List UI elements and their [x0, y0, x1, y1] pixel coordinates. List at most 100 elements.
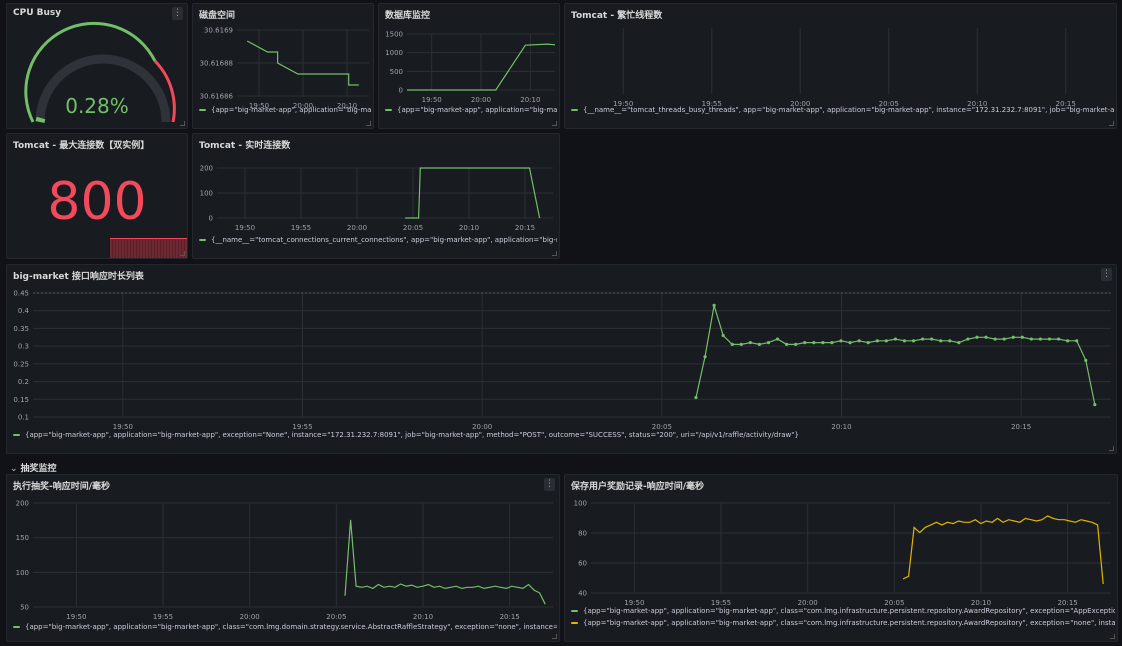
x-tick-label: 20:10	[831, 423, 851, 431]
y-tick-label: 200	[200, 165, 213, 173]
y-tick-label: 0.3	[18, 343, 29, 351]
data-point	[1002, 337, 1006, 341]
resize-handle[interactable]	[1109, 446, 1114, 451]
legend-swatch	[571, 610, 578, 612]
panel-db[interactable]: 数据库监控 19:50 20:00 20:10 1500 1000 500 0 {app="…	[378, 3, 560, 129]
series-line	[344, 519, 546, 605]
legend-label: {app="big-market-app", application="big-…	[25, 431, 799, 439]
panel-tomcat-max-connections[interactable]: Tomcat - 最大连接数【双实例】 800	[6, 133, 188, 259]
data-point	[875, 339, 879, 343]
panel-tomcat-current-connections[interactable]: Tomcat - 实时连接数 19:50 19:55 20:00 20:05 20:10…	[192, 133, 560, 259]
data-point	[703, 355, 707, 359]
panel-exec-raffle[interactable]: 执行抽奖-响应时间/毫秒 ⋮ 19:50 19:55 20:00 20:05 20:10…	[6, 474, 560, 642]
panel-menu-button[interactable]: ⋮	[1101, 268, 1112, 281]
resize-handle[interactable]	[552, 121, 557, 126]
x-tick-label: 20:15	[515, 224, 535, 232]
legend-swatch	[13, 626, 20, 628]
legend-item[interactable]: {app="big-market-app", application="big-…	[13, 623, 557, 631]
data-point	[1038, 337, 1043, 341]
data-point	[803, 341, 807, 345]
data-point	[857, 339, 861, 343]
legend-swatch	[199, 109, 206, 111]
y-tick-label: 0.25	[13, 360, 29, 368]
data-point	[866, 341, 870, 345]
y-tick-label: 1500	[385, 31, 403, 39]
legend-swatch	[571, 622, 578, 624]
data-point	[775, 337, 780, 341]
x-tick-label: 19:50	[624, 599, 644, 607]
data-point	[1066, 339, 1070, 343]
resize-handle[interactable]	[552, 634, 557, 639]
x-tick-label: 20:00	[471, 96, 491, 104]
legend-item[interactable]: {__name__="tomcat_connections_current_co…	[199, 236, 557, 244]
data-point	[812, 341, 816, 345]
data-point	[821, 341, 825, 345]
legend-item[interactable]: {app="big-market-app", application="big-…	[571, 619, 1115, 627]
data-point	[794, 342, 798, 346]
data-point	[902, 339, 907, 343]
resize-handle[interactable]	[552, 251, 557, 256]
data-point	[920, 337, 925, 341]
y-tick-label: 0.2	[18, 378, 29, 386]
panel-disk[interactable]: 磁盘空间 19:50 20:00 20:10 30.6169 30.61688 30.61…	[192, 3, 374, 129]
legend-item[interactable]: {__name__="tomcat_threads_busy_threads",…	[571, 106, 1114, 114]
data-point	[1020, 335, 1024, 339]
panel-save-award[interactable]: 保存用户奖励记录-响应时间/毫秒 19:50 19:55 20:00 20:05 20:…	[564, 474, 1118, 642]
y-tick-label: 30.6169	[204, 27, 233, 35]
panel-title: Tomcat - 实时连接数	[199, 141, 291, 151]
legend-swatch	[571, 109, 578, 111]
panel-title: 保存用户奖励记录-响应时间/毫秒	[571, 482, 705, 492]
resize-handle[interactable]	[180, 251, 185, 256]
legend-item[interactable]: {app="big-market-app", application="big-…	[385, 106, 557, 114]
y-tick-label: 0	[209, 215, 213, 223]
legend-swatch	[199, 239, 206, 241]
legend-item[interactable]: {app="big-market-app", application="big-…	[13, 431, 1113, 439]
x-tick-label: 20:15	[500, 613, 520, 621]
legend-label: {app="big-market-app", application="big-…	[583, 607, 1115, 615]
row-header-raffle-monitor[interactable]: ⌄ 抽奖监控	[10, 461, 57, 474]
y-tick-label: 0	[399, 87, 403, 95]
x-tick-label: 20:10	[520, 96, 540, 104]
legend-item[interactable]: {app="big-market-app", application="big-…	[199, 106, 371, 114]
data-point	[1047, 337, 1052, 341]
data-point	[694, 395, 698, 400]
legend-label: {app="big-market-app", application="big-…	[583, 619, 1115, 627]
panel-tomcat-busy-threads[interactable]: Tomcat - 繁忙线程数 19:50 19:55 20:00 20:05 20:10…	[564, 3, 1117, 129]
legend: {app="big-market-app", application="big-…	[571, 607, 1115, 631]
y-tick-label: 100	[574, 500, 587, 508]
legend-label: {__name__="tomcat_connections_current_co…	[211, 236, 557, 244]
panel-response-time[interactable]: big-market 接口响应时长列表 ⋮ 19:50 19:55 20:00 20:…	[6, 264, 1117, 454]
x-tick-label: 19:55	[291, 224, 311, 232]
y-tick-label: 500	[390, 68, 403, 76]
panel-menu-button[interactable]: ⋮	[544, 478, 555, 491]
x-tick-label: 19:50	[235, 224, 255, 232]
y-tick-label: 200	[16, 500, 29, 508]
row-title: 抽奖监控	[20, 464, 57, 474]
data-point	[721, 333, 725, 338]
data-point	[739, 342, 743, 346]
resize-handle[interactable]	[180, 121, 185, 126]
y-tick-label: 0.45	[13, 290, 29, 298]
x-tick-label: 20:05	[403, 224, 423, 232]
gauge-value: 0.28%	[65, 94, 129, 118]
resize-handle[interactable]	[1109, 121, 1114, 126]
y-tick-label: 40	[578, 590, 587, 598]
panel-title: 数据库监控	[385, 11, 431, 21]
resize-handle[interactable]	[366, 121, 371, 126]
data-point	[748, 341, 752, 345]
x-tick-label: 19:50	[422, 96, 442, 104]
save-award-chart: 19:50 19:55 20:00 20:05 20:10 20:15 100 80 60 40	[574, 500, 1111, 607]
y-tick-label: 0.35	[13, 325, 29, 333]
legend-item[interactable]: {app="big-market-app", application="big-…	[571, 607, 1115, 615]
x-tick-label: 20:10	[971, 599, 991, 607]
resize-handle[interactable]	[1110, 634, 1115, 639]
y-tick-label: 30.61686	[200, 93, 234, 101]
data-point	[930, 337, 934, 341]
panel-cpu-busy[interactable]: CPU Busy ⋮ 0.28%	[6, 3, 188, 129]
x-tick-label: 19:55	[711, 599, 731, 607]
legend-swatch	[13, 434, 20, 436]
data-point	[766, 341, 771, 345]
panel-title: Tomcat - 最大连接数【双实例】	[13, 141, 150, 151]
x-tick-label: 19:55	[153, 613, 173, 621]
x-tick-label: 20:00	[798, 599, 818, 607]
